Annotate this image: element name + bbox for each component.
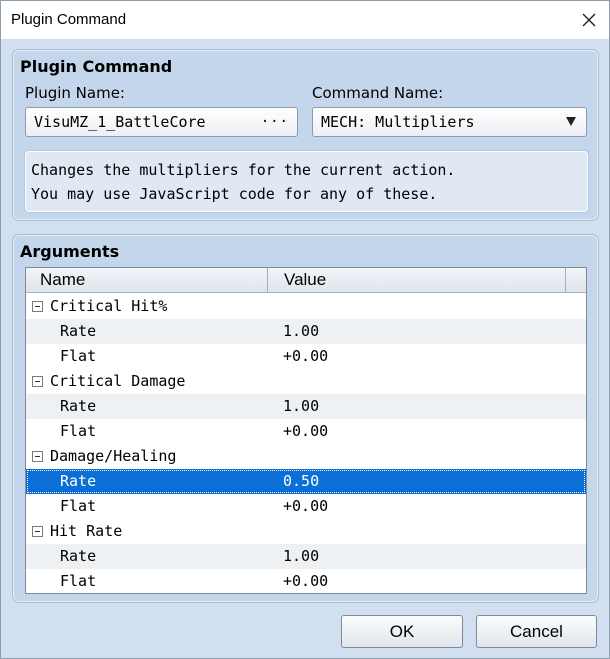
collapse-icon[interactable] [32,526,43,537]
command-name-label: Command Name: [312,84,444,102]
row-name: Critical Hit% [50,297,168,315]
table-row[interactable]: Flat +0.00 [26,419,586,444]
row-name: Flat [60,422,97,440]
row-name: Flat [60,347,97,365]
column-header-name[interactable]: Name [26,268,268,292]
browse-dots-icon: ··· [260,114,289,130]
ok-button[interactable]: OK [341,615,463,648]
command-description: Changes the multipliers for the current … [25,151,588,212]
row-name: Flat [60,572,97,590]
row-value[interactable]: 1.00 [283,544,319,569]
row-name: Hit Rate [50,522,123,540]
row-name: Damage/Healing [50,447,177,465]
cancel-button[interactable]: Cancel [476,615,597,648]
row-value[interactable]: +0.00 [283,494,328,519]
plugin-name-label: Plugin Name: [25,84,125,102]
arguments-table[interactable]: Name Value Critical Hit% Rate 1.00 Flat +0.0… [25,267,587,594]
arguments-heading: Arguments [20,242,120,261]
chevron-down-icon [566,117,576,126]
column-header-value[interactable]: Value [268,268,566,292]
description-line: You may use JavaScript code for any of t… [31,185,438,203]
collapse-icon[interactable] [32,376,43,387]
table-row[interactable]: Rate 1.00 [26,544,586,569]
plugin-name-select[interactable]: VisuMZ_1_BattleCore ··· [25,107,298,137]
table-row[interactable]: Rate 1.00 [26,319,586,344]
close-icon [582,13,596,27]
description-line: Changes the multipliers for the current … [31,161,456,179]
title-bar: Plugin Command [1,1,609,39]
plugin-command-dialog: Plugin Command Plugin Command Plugin Nam… [0,0,610,659]
command-name-select[interactable]: MECH: Multipliers [312,107,587,137]
row-value[interactable]: +0.00 [283,419,328,444]
table-row[interactable]: Rate 1.00 [26,394,586,419]
row-name: Rate [60,322,97,340]
table-row[interactable]: Flat +0.00 [26,344,586,369]
row-name: Critical Damage [50,372,186,390]
group-row[interactable]: Damage/Healing [26,444,586,469]
plugin-command-heading: Plugin Command [20,57,173,76]
table-row[interactable]: Flat +0.00 [26,569,586,593]
table-row[interactable]: Flat +0.00 [26,494,586,519]
plugin-name-value: VisuMZ_1_BattleCore [34,113,206,131]
row-value[interactable]: 1.00 [283,319,319,344]
close-button[interactable] [571,5,607,35]
row-value[interactable]: 1.00 [283,394,319,419]
row-name: Rate [60,397,97,415]
window-title: Plugin Command [11,11,127,28]
group-row[interactable]: Critical Damage [26,369,586,394]
row-value[interactable]: 0.50 [283,469,319,494]
row-name: Rate [60,547,97,565]
collapse-icon[interactable] [32,301,43,312]
group-row[interactable]: Critical Hit% [26,294,586,319]
row-value[interactable]: +0.00 [283,569,328,593]
collapse-icon[interactable] [32,451,43,462]
row-name: Flat [60,497,97,515]
row-value[interactable]: +0.00 [283,344,328,369]
table-header: Name Value [26,268,586,293]
table-row[interactable]: Rate 0.50 [26,469,586,494]
row-name: Rate [60,472,97,490]
command-name-value: MECH: Multipliers [321,113,475,131]
group-row[interactable]: Hit Rate [26,519,586,544]
